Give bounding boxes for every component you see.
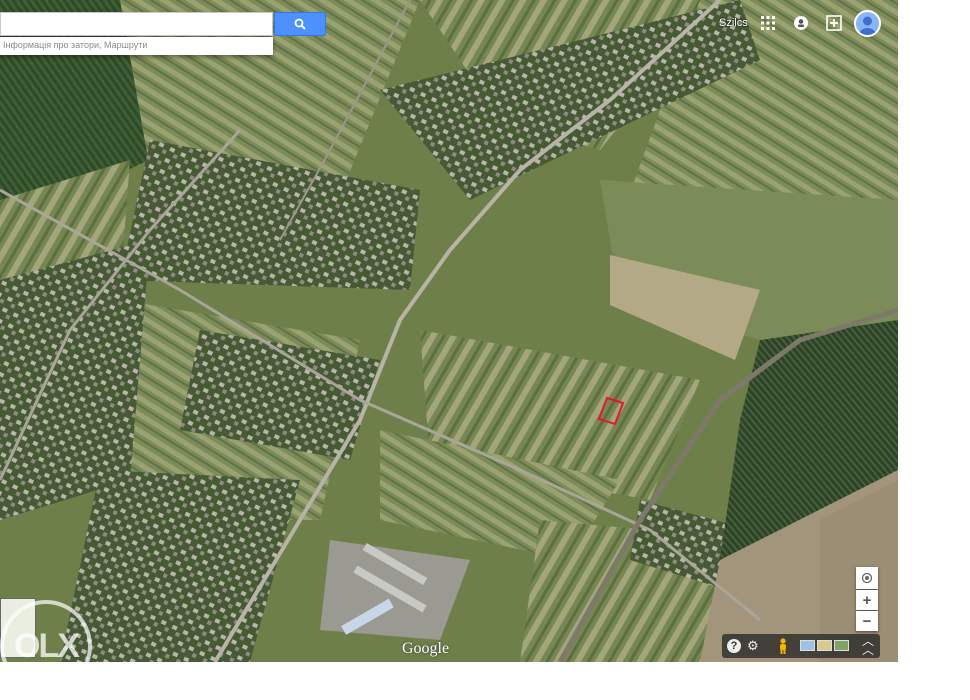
user-name[interactable]: Szilcs <box>719 17 748 29</box>
traffic-routes-hint[interactable]: Інформація про затори, Маршрути <box>0 37 273 55</box>
satellite-imagery <box>0 0 898 662</box>
screenshot: Інформація про затори, Маршрути Szilcs +… <box>0 0 970 700</box>
bottom-toolbar: ? ⚙ ︿ ︿ <box>722 634 880 658</box>
imagery-thumb-2[interactable] <box>817 640 832 651</box>
search-input[interactable] <box>0 12 273 36</box>
satellite-map[interactable]: Інформація про затори, Маршрути Szilcs +… <box>0 0 898 662</box>
search-icon <box>294 18 306 30</box>
chevron-up-icon[interactable]: ︿ ︿ <box>862 635 874 656</box>
imagery-thumb-3[interactable] <box>834 640 849 651</box>
my-location-button[interactable] <box>856 567 878 589</box>
search-button[interactable] <box>274 12 326 36</box>
zoom-out-button[interactable]: − <box>856 611 878 631</box>
apps-grid-icon[interactable] <box>757 12 779 34</box>
zoom-in-button[interactable]: + <box>856 590 878 610</box>
gear-icon[interactable]: ⚙ <box>747 638 759 654</box>
imagery-thumb-1[interactable] <box>800 640 815 651</box>
avatar-icon <box>859 16 876 35</box>
add-share-icon[interactable] <box>823 12 845 34</box>
avatar[interactable] <box>854 10 881 37</box>
google-watermark: Google <box>402 640 450 657</box>
olx-watermark: OLX <box>0 600 92 692</box>
notifications-icon[interactable] <box>790 12 812 34</box>
my-location-icon <box>861 572 873 584</box>
help-icon[interactable]: ? <box>727 639 741 653</box>
pegman-icon[interactable] <box>777 638 789 655</box>
